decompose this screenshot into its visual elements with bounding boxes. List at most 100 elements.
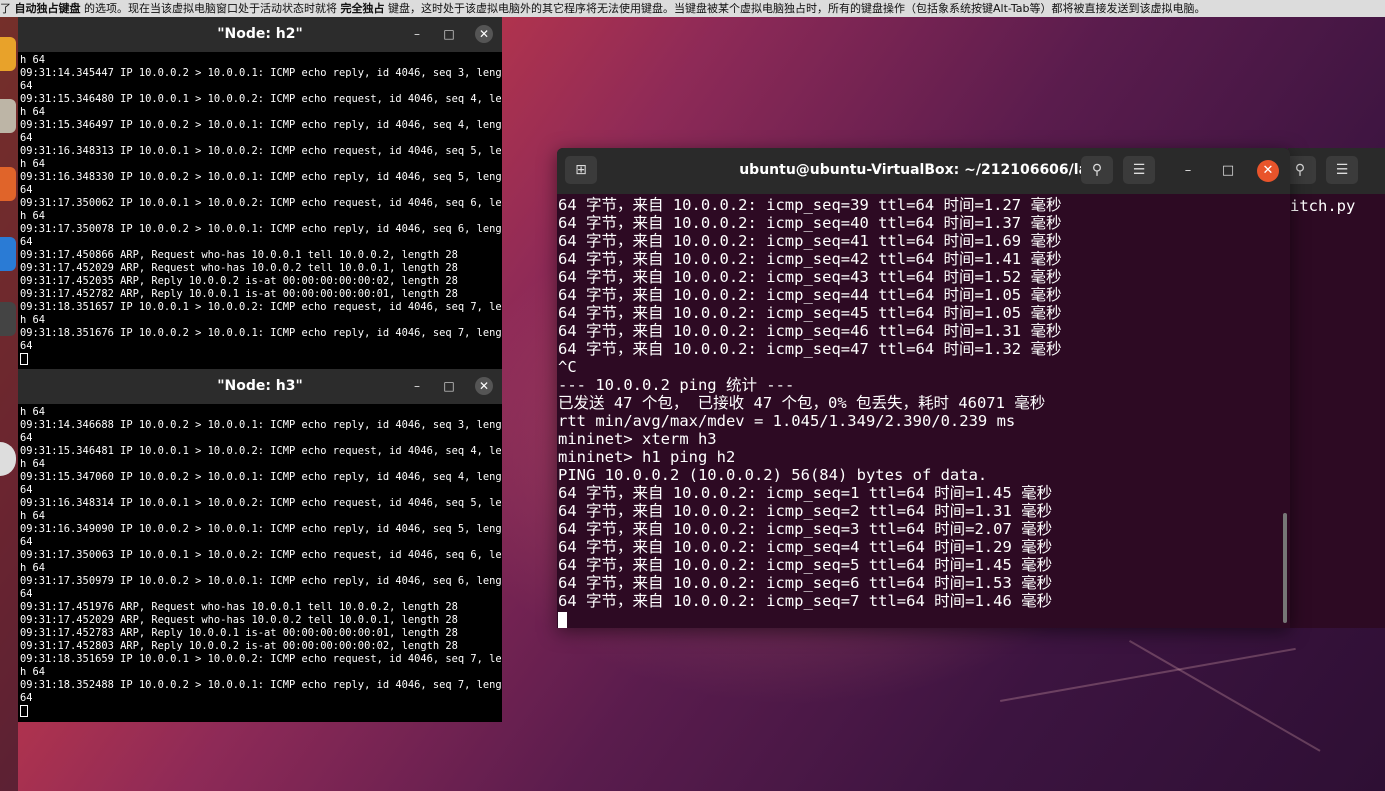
terminal-line: 09:31:17.452803 ARP, Reply 10.0.0.2 is-a… bbox=[20, 640, 458, 652]
terminal-line: 09:31:17.350062 IP 10.0.0.1 > 10.0.0.2: … bbox=[20, 197, 502, 209]
notice-mid: 的选项。现在当该虚拟电脑窗口处于活动状态时就将 bbox=[84, 2, 337, 15]
terminal-line: 64 字节，来自 10.0.0.2: icmp_seq=45 ttl=64 时间… bbox=[558, 304, 1062, 322]
xterm-titlebar[interactable]: "Node: h3" – □ ✕ bbox=[18, 369, 502, 404]
close-icon[interactable]: ✕ bbox=[475, 25, 493, 43]
terminal-line: 09:31:17.452035 ARP, Reply 10.0.0.2 is-a… bbox=[20, 275, 458, 287]
terminal-line: 09:31:15.346480 IP 10.0.0.1 > 10.0.0.2: … bbox=[20, 93, 502, 105]
maximize-icon[interactable]: □ bbox=[440, 25, 458, 43]
xterm-titlebar[interactable]: "Node: h2" – □ ✕ bbox=[18, 17, 502, 52]
terminal-line: 09:31:15.347060 IP 10.0.0.2 > 10.0.0.1: … bbox=[20, 471, 502, 483]
dock bbox=[0, 17, 18, 791]
background-terminal[interactable]: ⚲ ☰ itch.py bbox=[1284, 148, 1385, 628]
terminal-line: 09:31:18.351659 IP 10.0.0.1 > 10.0.0.2: … bbox=[20, 653, 502, 665]
minimize-icon[interactable]: – bbox=[408, 377, 426, 395]
terminal-line: h 64 bbox=[20, 510, 46, 522]
xterm-window-h3[interactable]: "Node: h3" – □ ✕ h 64 09:31:14.346688 IP … bbox=[18, 369, 502, 722]
background-terminal-header: ⚲ ☰ bbox=[1284, 148, 1385, 194]
background-terminal-text: itch.py bbox=[1290, 197, 1356, 215]
terminal-cursor bbox=[558, 610, 1280, 628]
terminal-line: 64 字节，来自 10.0.0.2: icmp_seq=1 ttl=64 时间=… bbox=[558, 484, 1053, 502]
terminal-line: 09:31:14.346688 IP 10.0.0.2 > 10.0.0.1: … bbox=[20, 419, 502, 431]
terminal-line: 64 bbox=[20, 236, 33, 248]
terminal-line: 64 字节，来自 10.0.0.2: icmp_seq=47 ttl=64 时间… bbox=[558, 340, 1062, 358]
terminal-line: 64 字节，来自 10.0.0.2: icmp_seq=4 ttl=64 时间=… bbox=[558, 538, 1053, 556]
dock-terminal-icon[interactable] bbox=[0, 302, 16, 336]
terminal-line: rtt min/avg/max/mdev = 1.045/1.349/2.390… bbox=[558, 412, 1016, 430]
cursor-block bbox=[20, 353, 28, 365]
terminal-line: 64 字节，来自 10.0.0.2: icmp_seq=43 ttl=64 时间… bbox=[558, 268, 1062, 286]
terminal-line: 09:31:17.350063 IP 10.0.0.1 > 10.0.0.2: … bbox=[20, 549, 502, 561]
maximize-icon[interactable]: □ bbox=[1217, 160, 1239, 182]
window-title: "Node: h2" bbox=[217, 26, 303, 42]
terminal-line: 64 bbox=[20, 692, 33, 704]
hamburger-menu-icon[interactable]: ☰ bbox=[1326, 156, 1358, 184]
terminal-output[interactable]: h 64 09:31:14.346688 IP 10.0.0.2 > 10.0.0… bbox=[18, 404, 502, 718]
minimize-icon[interactable]: – bbox=[408, 25, 426, 43]
dock-app-icon[interactable] bbox=[0, 237, 16, 271]
dock-app-icon[interactable] bbox=[0, 99, 16, 133]
notice-bold-2: 完全独占 bbox=[340, 2, 385, 15]
dock-app-icon[interactable] bbox=[0, 442, 16, 476]
terminal-line: 09:31:18.352488 IP 10.0.0.2 > 10.0.0.1: … bbox=[20, 679, 502, 691]
terminal-line: 09:31:17.452783 ARP, Reply 10.0.0.1 is-a… bbox=[20, 627, 458, 639]
notice-bold-1: 自动独占键盘 bbox=[14, 2, 81, 15]
terminal-line: 64 字节，来自 10.0.0.2: icmp_seq=44 ttl=64 时间… bbox=[558, 286, 1062, 304]
cursor-block bbox=[20, 705, 28, 717]
terminal-line: 09:31:17.452782 ARP, Reply 10.0.0.1 is-a… bbox=[20, 288, 458, 300]
terminal-line: 64 字节，来自 10.0.0.2: icmp_seq=3 ttl=64 时间=… bbox=[558, 520, 1053, 538]
close-icon[interactable]: ✕ bbox=[1257, 160, 1279, 182]
terminal-line: 64 bbox=[20, 340, 33, 352]
keyboard-capture-notice: 了 自动独占键盘 的选项。现在当该虚拟电脑窗口处于活动状态时就将 完全独占 键盘… bbox=[0, 0, 1385, 17]
terminal-line: --- 10.0.0.2 ping 统计 --- bbox=[558, 376, 795, 394]
terminal-line: 64 字节，来自 10.0.0.2: icmp_seq=39 ttl=64 时间… bbox=[558, 196, 1062, 214]
gnome-terminal-window[interactable]: ⊞ ubuntu@ubuntu-VirtualBox: ~/212106606/… bbox=[557, 148, 1290, 628]
terminal-headerbar[interactable]: ⊞ ubuntu@ubuntu-VirtualBox: ~/212106606/… bbox=[557, 148, 1290, 194]
terminal-output[interactable]: 64 字节，来自 10.0.0.2: icmp_seq=39 ttl=64 时间… bbox=[558, 194, 1280, 628]
terminal-line: 09:31:14.345447 IP 10.0.0.2 > 10.0.0.1: … bbox=[20, 67, 502, 79]
terminal-line: 09:31:17.452029 ARP, Request who-has 10.… bbox=[20, 262, 458, 274]
terminal-line: PING 10.0.0.2 (10.0.0.2) 56(84) bytes of… bbox=[558, 466, 988, 484]
dock-app-icon[interactable] bbox=[0, 37, 16, 71]
terminal-line: 64 字节，来自 10.0.0.2: icmp_seq=42 ttl=64 时间… bbox=[558, 250, 1062, 268]
dock-app-icon[interactable] bbox=[0, 167, 16, 201]
terminal-line: 64 字节，来自 10.0.0.2: icmp_seq=46 ttl=64 时间… bbox=[558, 322, 1062, 340]
terminal-line: 09:31:17.452029 ARP, Request who-has 10.… bbox=[20, 614, 458, 626]
notice-suffix: 键盘，这时处于该虚拟电脑外的其它程序将无法使用键盘。当键盘被某个虚拟电脑独占时，… bbox=[388, 2, 1206, 15]
terminal-output[interactable]: h 64 09:31:14.345447 IP 10.0.0.2 > 10.0.0… bbox=[18, 52, 502, 366]
terminal-line: 64 bbox=[20, 484, 33, 496]
terminal-line: 09:31:18.351657 IP 10.0.0.1 > 10.0.0.2: … bbox=[20, 301, 502, 313]
terminal-line: 64 字节，来自 10.0.0.2: icmp_seq=7 ttl=64 时间=… bbox=[558, 592, 1053, 610]
terminal-line: 64 bbox=[20, 588, 33, 600]
search-icon[interactable]: ⚲ bbox=[1081, 156, 1113, 184]
terminal-line: 64 bbox=[20, 432, 33, 444]
terminal-cursor bbox=[20, 705, 502, 718]
terminal-line: h 64 bbox=[20, 158, 46, 170]
terminal-line: 09:31:16.348313 IP 10.0.0.1 > 10.0.0.2: … bbox=[20, 145, 502, 157]
wallpaper-line bbox=[1129, 640, 1321, 752]
terminal-line: h 64 bbox=[20, 562, 46, 574]
terminal-line: 64 字节，来自 10.0.0.2: icmp_seq=41 ttl=64 时间… bbox=[558, 232, 1062, 250]
minimize-icon[interactable]: – bbox=[1177, 160, 1199, 182]
terminal-line: 已发送 47 个包， 已接收 47 个包，0% 包丢失，耗时 46071 毫秒 bbox=[558, 394, 1046, 412]
terminal-line: 09:31:17.350979 IP 10.0.0.2 > 10.0.0.1: … bbox=[20, 575, 502, 587]
terminal-line: h 64 bbox=[20, 54, 46, 66]
maximize-icon[interactable]: □ bbox=[440, 377, 458, 395]
terminal-line: 09:31:16.349090 IP 10.0.0.2 > 10.0.0.1: … bbox=[20, 523, 502, 535]
terminal-line: h 64 bbox=[20, 666, 46, 678]
terminal-line: mininet> xterm h3 bbox=[558, 430, 717, 448]
terminal-line: ^C bbox=[558, 358, 577, 376]
terminal-line: 64 字节，来自 10.0.0.2: icmp_seq=2 ttl=64 时间=… bbox=[558, 502, 1053, 520]
close-icon[interactable]: ✕ bbox=[475, 377, 493, 395]
xterm-window-h2[interactable]: "Node: h2" – □ ✕ h 64 09:31:14.345447 IP … bbox=[18, 17, 502, 369]
terminal-line: 64 字节，来自 10.0.0.2: icmp_seq=5 ttl=64 时间=… bbox=[558, 556, 1053, 574]
hamburger-menu-icon[interactable]: ☰ bbox=[1123, 156, 1155, 184]
terminal-line: 09:31:15.346497 IP 10.0.0.2 > 10.0.0.1: … bbox=[20, 119, 502, 131]
terminal-line: 09:31:15.346481 IP 10.0.0.1 > 10.0.0.2: … bbox=[20, 445, 502, 457]
cursor-block bbox=[558, 611, 567, 628]
terminal-line: h 64 bbox=[20, 458, 46, 470]
terminal-line: h 64 bbox=[20, 210, 46, 222]
terminal-line: 64 bbox=[20, 184, 33, 196]
scrollbar[interactable] bbox=[1283, 513, 1287, 623]
terminal-line: 09:31:16.348330 IP 10.0.0.2 > 10.0.0.1: … bbox=[20, 171, 502, 183]
terminal-line: h 64 bbox=[20, 106, 46, 118]
